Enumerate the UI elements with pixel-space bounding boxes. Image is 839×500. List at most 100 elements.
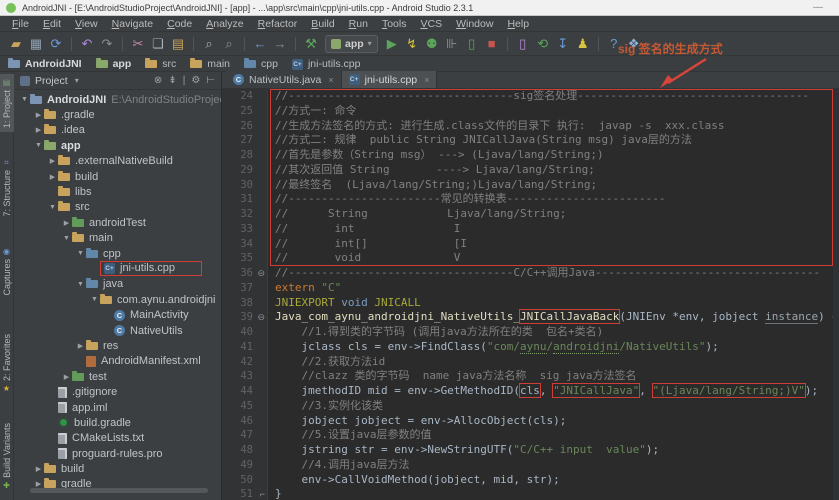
menu-build[interactable]: Build <box>305 18 340 30</box>
tree-item-com-aynu-androidjni[interactable]: ▼ com.aynu.androidjni <box>14 292 221 307</box>
menu-refactor[interactable]: Refactor <box>252 18 304 30</box>
tree-item-cmakelists-txt[interactable]: CMakeLists.txt <box>14 431 221 446</box>
cut-icon[interactable]: ✂ <box>128 33 148 55</box>
paste-icon[interactable]: ▤ <box>168 33 188 55</box>
editor-scrollbar[interactable] <box>833 89 839 500</box>
chevron-right-icon[interactable]: ▶ <box>33 111 44 119</box>
attach-debugger-icon[interactable]: ♟ <box>573 33 593 55</box>
settings-icon[interactable]: ⚙ <box>191 75 200 86</box>
menu-edit[interactable]: Edit <box>37 18 67 30</box>
tree-item-build[interactable]: ▶ build <box>14 461 221 476</box>
minimize-button[interactable]: — <box>803 2 833 13</box>
chevron-down-icon[interactable]: ▼ <box>19 96 30 103</box>
tree-item-main[interactable]: ▼ main <box>14 231 221 246</box>
breadcrumb-src[interactable]: src <box>145 58 176 70</box>
tree-item-gradle[interactable]: ▶ .gradle <box>14 107 221 122</box>
tree-item-idea[interactable]: ▶ .idea <box>14 123 221 138</box>
debug-icon[interactable]: ⚉ <box>422 33 442 55</box>
chevron-down-icon[interactable]: ▼ <box>61 235 72 242</box>
close-icon[interactable]: × <box>424 75 429 85</box>
tree-item-androidmanifest-xml[interactable]: AndroidManifest.xml <box>14 354 221 369</box>
chevron-right-icon[interactable]: ▶ <box>47 157 58 165</box>
open-folder-icon[interactable]: ▰ <box>6 33 26 55</box>
tree-item-androidtest[interactable]: ▶ androidTest <box>14 215 221 230</box>
chevron-right-icon[interactable]: ▶ <box>61 219 72 227</box>
tree-item-build-gradle[interactable]: build.gradle <box>14 415 221 430</box>
forward-icon[interactable]: → <box>270 33 290 55</box>
sync-files-icon[interactable]: ⟳ <box>46 33 66 55</box>
menu-navigate[interactable]: Navigate <box>106 18 159 30</box>
back-icon[interactable]: ← <box>250 33 270 55</box>
chevron-down-icon[interactable]: ▼ <box>75 250 86 257</box>
avd-manager-icon[interactable]: ▯ <box>513 33 533 55</box>
copy-icon[interactable]: ❏ <box>148 33 168 55</box>
stop-icon[interactable]: ■ <box>482 33 502 55</box>
stripe-build-variants[interactable]: Build Variants ✚ <box>0 419 14 494</box>
tree-item-app-iml[interactable]: app.iml <box>14 400 221 415</box>
run-device-icon[interactable]: ▯ <box>462 33 482 55</box>
tree-item-jni-utils-cpp[interactable]: C+ jni-utils.cpp <box>14 261 221 277</box>
chevron-right-icon[interactable]: ▶ <box>33 465 44 473</box>
tree-item-res[interactable]: ▶ res <box>14 338 221 353</box>
close-icon[interactable]: × <box>328 75 333 85</box>
breadcrumb-app[interactable]: app <box>95 58 131 70</box>
stripe-2-favorites[interactable]: 2: Favorites ★ <box>0 330 14 397</box>
stripe-7-structure[interactable]: ⌗ 7: Structure <box>0 154 14 221</box>
tree-item-java[interactable]: ▼ java <box>14 277 221 292</box>
find-icon[interactable]: ⌕ <box>199 33 219 55</box>
menu-vcs[interactable]: VCS <box>414 18 448 30</box>
tree-item-proguard-rules-pro[interactable]: proguard-rules.pro <box>14 446 221 461</box>
tree-item-cpp[interactable]: ▼ cpp <box>14 246 221 261</box>
menu-tools[interactable]: Tools <box>376 18 413 30</box>
chevron-right-icon[interactable]: ▶ <box>61 373 72 381</box>
fold-marker-icon[interactable]: ⊖ <box>257 266 265 281</box>
project-panel-title[interactable]: Project <box>35 75 68 87</box>
tab-nativeutils-java[interactable]: C NativeUtils.java × <box>226 71 342 88</box>
menu-view[interactable]: View <box>69 18 104 30</box>
menu-analyze[interactable]: Analyze <box>200 18 249 30</box>
run-icon[interactable]: ▶ <box>382 33 402 55</box>
tree-item-nativeutils[interactable]: C NativeUtils <box>14 323 221 338</box>
project-view-dropdown[interactable]: ▾ <box>75 76 79 85</box>
gradle-sync-icon[interactable]: ⟲ <box>533 33 553 55</box>
chevron-right-icon[interactable]: ▶ <box>33 126 44 134</box>
breadcrumb-cpp[interactable]: cpp <box>244 58 278 70</box>
chevron-right-icon[interactable]: ▶ <box>47 173 58 181</box>
tree-item-externalnativebuild[interactable]: ▶ .externalNativeBuild <box>14 154 221 169</box>
tree-item-libs[interactable]: libs <box>14 184 221 199</box>
menu-code[interactable]: Code <box>161 18 198 30</box>
stripe-captures[interactable]: ◉ Captures <box>0 243 14 300</box>
breadcrumb-jni-utils-cpp[interactable]: C+ jni-utils.cpp <box>291 58 361 70</box>
sdk-manager-icon[interactable]: ↧ <box>553 33 573 55</box>
chevron-down-icon[interactable]: ▼ <box>47 204 58 211</box>
chevron-down-icon[interactable]: ▼ <box>89 296 100 303</box>
tree-item-src[interactable]: ▼ src <box>14 200 221 215</box>
hide-panel-icon[interactable]: ⊢ <box>206 75 215 86</box>
replace-icon[interactable]: ⌕ <box>219 33 239 55</box>
tree-item-test[interactable]: ▶ test <box>14 369 221 384</box>
build-icon[interactable]: ⚒ <box>301 33 321 55</box>
tree-item-mainactivity[interactable]: C MainActivity <box>14 307 221 322</box>
tree-item-app[interactable]: ▼ app <box>14 138 221 153</box>
chevron-down-icon[interactable]: ▼ <box>75 281 86 288</box>
profile-icon[interactable]: ⊪ <box>442 33 462 55</box>
locate-file-icon[interactable]: ⊗ <box>154 75 162 86</box>
instant-run-icon[interactable]: ↯ <box>402 33 422 55</box>
menu-help[interactable]: Help <box>501 18 535 30</box>
breadcrumb-main[interactable]: main <box>190 58 230 70</box>
collapse-all-icon[interactable]: ⇟ <box>168 75 176 86</box>
menu-window[interactable]: Window <box>450 18 499 30</box>
fold-marker-icon[interactable]: ⊖ <box>257 310 265 325</box>
menu-file[interactable]: File <box>6 18 35 30</box>
save-icon[interactable]: ▦ <box>26 33 46 55</box>
run-config-select[interactable]: app ▾ <box>325 34 378 53</box>
stripe-1-project[interactable]: ▤ 1: Project <box>0 74 14 133</box>
menu-run[interactable]: Run <box>343 18 374 30</box>
tree-horizontal-scrollbar[interactable] <box>30 488 208 493</box>
tree-item-gitignore[interactable]: .gitignore <box>14 384 221 399</box>
code-area[interactable]: //----------------------------------sig签… <box>268 89 839 500</box>
tree-item-androidjni[interactable]: ▼ AndroidJNI E:\AndroidStudioProject\An <box>14 92 221 107</box>
chevron-down-icon[interactable]: ▼ <box>33 142 44 149</box>
fold-marker-icon[interactable]: ⌐ <box>260 487 265 500</box>
breadcrumb-androidjni[interactable]: AndroidJNI <box>8 58 82 70</box>
